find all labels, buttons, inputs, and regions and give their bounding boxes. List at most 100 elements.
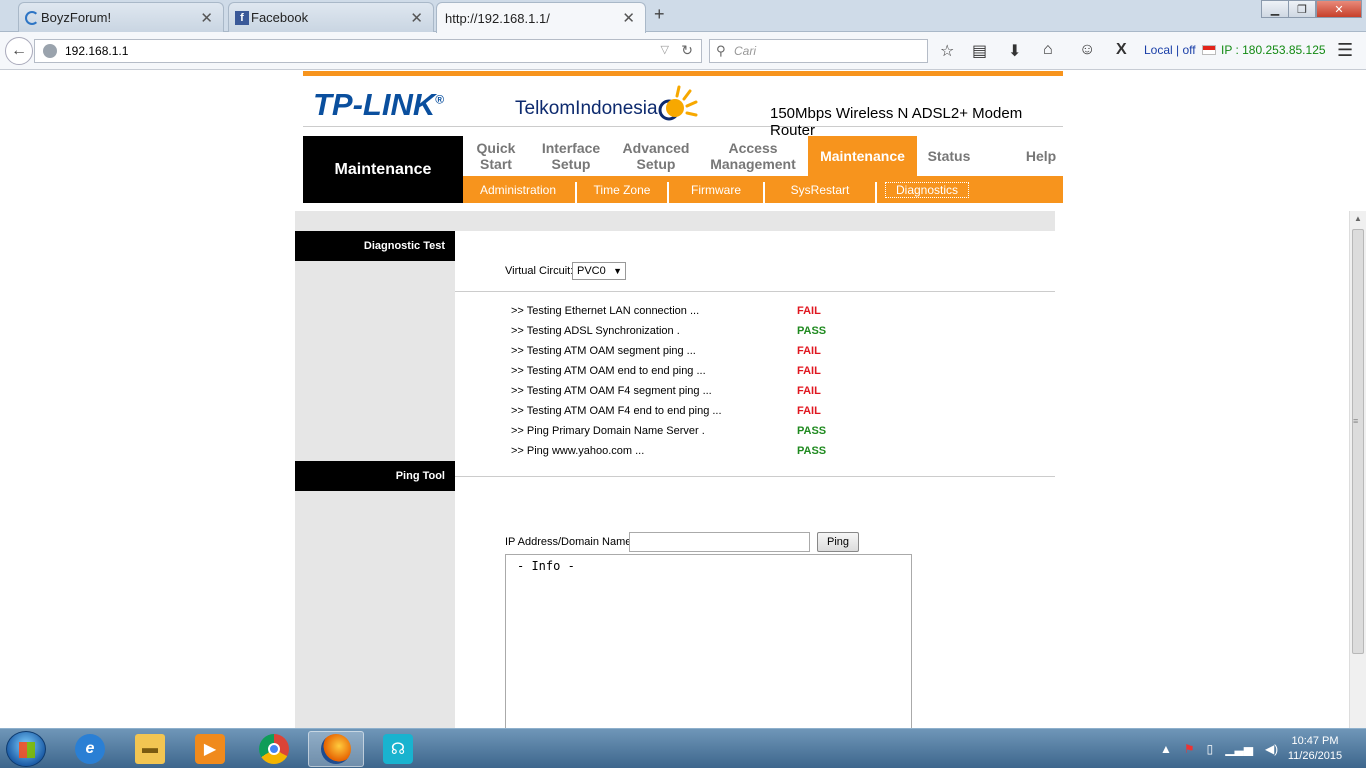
menu-quick-start[interactable]: Quick Start — [463, 136, 529, 176]
home-icon[interactable]: ⌂ — [1043, 41, 1053, 59]
taskbar-media-player[interactable]: ▶ — [182, 731, 238, 767]
telkom-logo: TelkomIndonesia — [515, 98, 658, 119]
bookmark-star-icon[interactable]: ☆ — [940, 41, 954, 61]
ping-info-textarea[interactable]: - Info - — [505, 554, 912, 728]
chevron-down-icon: ▼ — [613, 266, 622, 276]
menu-interface-setup[interactable]: Interface Setup — [535, 136, 607, 176]
reading-list-icon[interactable]: ▤ — [972, 41, 987, 61]
tab-label: Facebook — [251, 10, 309, 25]
page-scrollbar[interactable]: ▲ ≡ — [1349, 211, 1366, 728]
tplink-logo: TP-LINK® — [313, 87, 445, 122]
windows-logo-icon — [19, 742, 35, 758]
windows-taskbar: e ▬ ▶ ☊ ▲ ⚑ ▯ ▁▃▅ ◀) 10:47 PM 11/26/2015 — [0, 728, 1366, 768]
test-label: >> Testing ADSL Synchronization . — [511, 325, 680, 337]
test-result: FAIL — [797, 385, 821, 397]
submenu-bar: Administration Time Zone Firmware SysRes… — [463, 176, 1063, 203]
chat-icon[interactable]: ☺ — [1079, 41, 1095, 59]
facebook-icon: f — [235, 11, 249, 25]
test-result: FAIL — [797, 405, 821, 417]
test-label: >> Testing Ethernet LAN connection ... — [511, 305, 700, 317]
ping-tool-header: Ping Tool — [295, 461, 455, 491]
local-off-toggle[interactable]: Local | off — [1144, 43, 1196, 57]
test-result: FAIL — [797, 305, 821, 317]
close-icon[interactable]: ✕ — [622, 9, 635, 27]
media-player-icon: ▶ — [195, 734, 225, 764]
submenu-divider — [763, 182, 765, 203]
action-center-flag-icon[interactable]: ⚑ — [1184, 742, 1195, 756]
tab-boyzforum[interactable]: BoyzForum! ✕ — [18, 2, 224, 32]
volume-icon[interactable]: ◀) — [1265, 742, 1278, 756]
submenu-firmware[interactable]: Firmware — [671, 176, 761, 203]
close-icon[interactable]: ✕ — [410, 9, 423, 27]
browser-tab-bar: BoyzForum! ✕ f Facebook ✕ http://192.168… — [0, 0, 1366, 33]
ping-address-label: IP Address/Domain Name: — [505, 536, 635, 548]
extension-x-icon[interactable]: X — [1116, 41, 1127, 59]
menu-maintenance[interactable]: Maintenance — [808, 136, 917, 176]
submenu-administration[interactable]: Administration — [463, 176, 573, 203]
system-tray: ▲ ⚑ ▯ ▁▃▅ ◀) — [1160, 729, 1278, 768]
tab-facebook[interactable]: f Facebook ✕ — [228, 2, 434, 32]
tab-label: http://192.168.1.1/ — [445, 10, 550, 26]
new-tab-icon[interactable]: + — [654, 4, 665, 25]
close-icon[interactable]: ✕ — [200, 9, 213, 27]
taskbar-firefox[interactable] — [308, 731, 364, 767]
grip-icon: ≡ — [1353, 416, 1359, 426]
menu-advanced-setup[interactable]: Advanced Setup — [617, 136, 695, 176]
maximize-button[interactable]: ❐ — [1288, 0, 1316, 18]
search-placeholder: Cari — [734, 44, 757, 58]
tab-router[interactable]: http://192.168.1.1/ ✕ — [436, 2, 646, 33]
test-result: PASS — [797, 325, 827, 337]
ping-button[interactable]: Ping — [817, 532, 859, 552]
submenu-sysrestart[interactable]: SysRestart — [767, 176, 873, 203]
menu-help[interactable]: Help — [1013, 136, 1069, 176]
test-label: >> Testing ATM OAM end to end ping ... — [511, 365, 706, 377]
search-input[interactable]: ⚲ Cari — [709, 39, 928, 63]
show-hidden-icons-icon[interactable]: ▲ — [1160, 742, 1172, 756]
router-menu: Maintenance Quick Start Interface Setup … — [303, 136, 1063, 203]
menu-access-management[interactable]: Access Management — [703, 136, 803, 176]
signal-bars-icon[interactable]: ▁▃▅ — [1225, 742, 1253, 756]
reload-icon[interactable]: ↻ — [681, 42, 693, 59]
submenu-diagnostics[interactable]: Diagnostics — [879, 176, 975, 203]
test-result: FAIL — [797, 345, 821, 357]
taskbar-headphones-app[interactable]: ☊ — [370, 731, 426, 767]
clock-time: 10:47 PM — [1291, 735, 1339, 747]
back-arrow-icon: ← — [11, 42, 27, 59]
download-icon[interactable]: ⬇ — [1008, 41, 1021, 61]
scrollbar-thumb[interactable] — [1352, 229, 1364, 654]
globe-icon — [43, 44, 57, 58]
divider — [455, 476, 1055, 477]
window-close-button[interactable]: ✕ — [1316, 0, 1362, 18]
scroll-up-icon[interactable]: ▲ — [1350, 211, 1366, 227]
back-button[interactable]: ← — [5, 37, 33, 65]
product-name: 150Mbps Wireless N ADSL2+ Modem Router — [770, 105, 1023, 139]
hamburger-menu-icon[interactable]: ☰ — [1337, 40, 1353, 61]
test-label: >> Ping Primary Domain Name Server . — [511, 425, 705, 437]
virtual-circuit-select[interactable]: PVC0 ▼ — [572, 262, 626, 280]
minimize-button[interactable]: ▁ — [1261, 0, 1289, 18]
battery-icon[interactable]: ▯ — [1207, 742, 1214, 756]
test-label: >> Ping www.yahoo.com ... — [511, 445, 645, 457]
dropdown-icon[interactable]: ▽ — [661, 43, 669, 56]
taskbar-chrome[interactable] — [246, 731, 302, 767]
folder-icon: ▬ — [135, 734, 165, 764]
menu-status[interactable]: Status — [917, 136, 981, 176]
taskbar-internet-explorer[interactable]: e — [62, 731, 118, 767]
test-label: >> Testing ATM OAM F4 segment ping ... — [511, 385, 712, 397]
divider — [455, 291, 1055, 292]
browser-nav-bar: ← 192.168.1.1 ▽ ↻ ⚲ Cari ☆ ▤ ⬇ ⌂ ☺ X Loc… — [0, 32, 1366, 70]
taskbar-file-explorer[interactable]: ▬ — [122, 731, 178, 767]
start-button[interactable] — [6, 731, 46, 767]
router-header: TP-LINK® TelkomIndonesia 150Mbps Wireles… — [303, 76, 1063, 139]
test-label: >> Testing ATM OAM F4 end to end ping ..… — [511, 405, 722, 417]
taskbar-clock[interactable]: 10:47 PM 11/26/2015 — [1280, 734, 1350, 764]
submenu-time-zone[interactable]: Time Zone — [579, 176, 665, 203]
indonesia-flag-icon — [1202, 45, 1216, 55]
virtual-circuit-label: Virtual Circuit: — [505, 265, 574, 277]
diagnostic-test-header: Diagnostic Test — [295, 231, 455, 261]
page-section-title: Maintenance — [303, 136, 463, 203]
telkom-sun-icon — [658, 85, 698, 121]
address-bar[interactable]: 192.168.1.1 ▽ ↻ — [34, 39, 702, 63]
content-top-strip — [295, 211, 1055, 231]
ping-address-input[interactable] — [629, 532, 810, 552]
